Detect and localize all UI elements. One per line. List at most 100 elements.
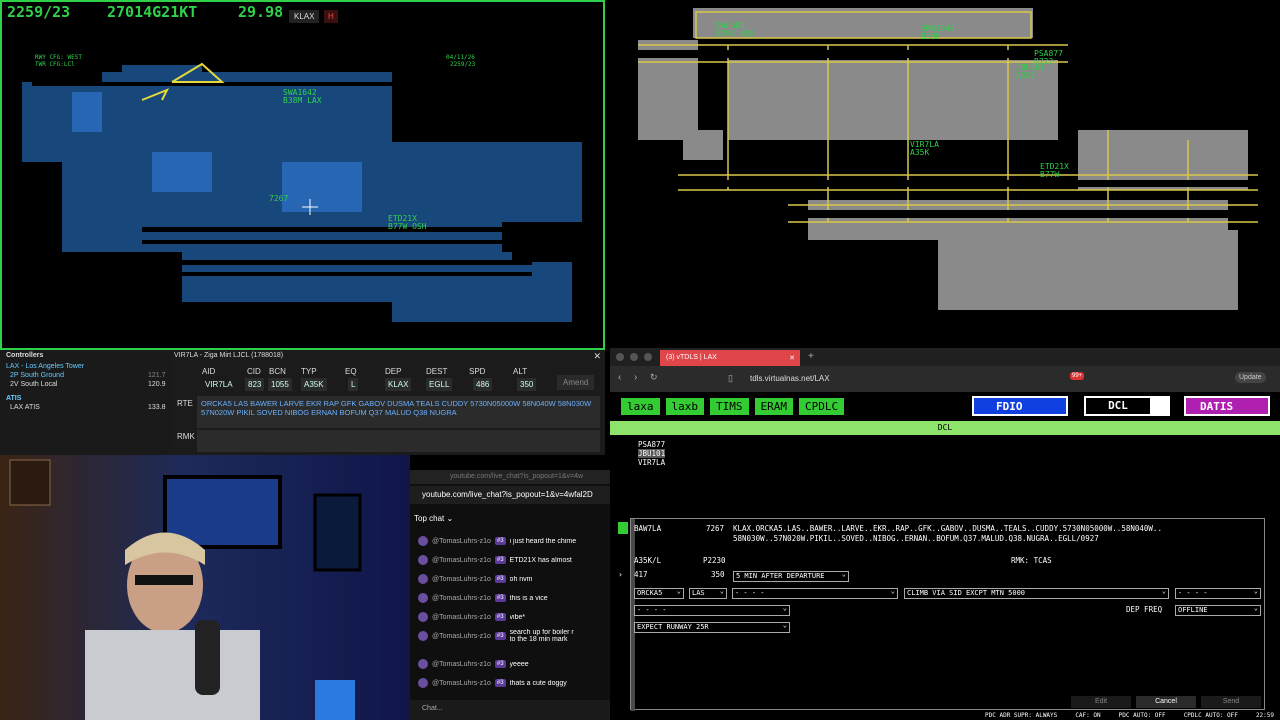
reload-icon[interactable]: ↻ — [650, 372, 658, 383]
chat-username[interactable]: @TomasLuhrs-z1o — [432, 538, 491, 545]
chevron-down-icon: ⌄ — [446, 514, 454, 523]
tab-vtdls[interactable]: (3) vTDLS | LAX ✕ — [660, 350, 800, 366]
chat-url[interactable]: youtube.com/live_chat?is_popout=1&v=4wfa… — [410, 486, 610, 504]
radar-target-etd21x[interactable]: ETD21X B77W OSH — [388, 215, 427, 231]
fp-value-dest[interactable]: EGLL — [426, 378, 453, 391]
nav-button-cpdlc[interactable]: CPDLC — [798, 397, 846, 416]
fp-value-dep[interactable]: KLAX — [385, 378, 412, 391]
chat-username[interactable]: @TomasLuhrs-z1o — [432, 661, 491, 668]
card-callsign[interactable]: BAW7LA — [634, 524, 661, 533]
dep-freq-select[interactable]: OFFLINE — [1175, 605, 1261, 616]
expect-runway-select[interactable]: EXPECT RUNWAY 25R — [634, 622, 790, 633]
climb-select[interactable]: CLIMB VIA SID EXCPT MTN 5000 — [904, 588, 1169, 599]
atis-title: ATIS — [6, 395, 22, 402]
fp-value-bcn[interactable]: 1055 — [268, 378, 292, 391]
chat-message: @TomasLuhrs-z1o #3 search up for boiler r … — [418, 627, 610, 645]
datis-button-label: DATIS — [1200, 400, 1234, 413]
bookmark-icon[interactable]: ▯ — [728, 373, 733, 384]
send-button[interactable]: Send — [1201, 696, 1261, 708]
controller-ground[interactable]: 2P South Ground — [10, 372, 64, 379]
fdio-button[interactable]: FDIO — [972, 396, 1068, 416]
sid-select[interactable]: ORCKA5 — [634, 588, 684, 599]
remarks-field[interactable] — [197, 430, 600, 452]
member-badge: #3 — [494, 594, 506, 602]
radar-time: 2259/23 — [7, 3, 71, 21]
surface-target-dal604[interactable]: DAL604 B764 002 — [716, 22, 755, 38]
radar-map — [22, 60, 582, 322]
avatar — [418, 555, 428, 565]
fp-header-typ: TYP — [301, 367, 317, 376]
fp-value-alt[interactable]: 350 — [517, 378, 537, 391]
chat-message: @TomasLuhrs-z1o #3 i just heard the chime — [418, 532, 610, 550]
dcl-flight-list: PSA877 JBU101 VIR7LA — [638, 440, 666, 467]
member-badge: #3 — [494, 679, 506, 687]
chat-mode-label: Top chat — [414, 514, 445, 523]
chat-message: @TomasLuhrs-z1o #3 this is a vice — [418, 589, 610, 607]
fp-value-eq[interactable]: L — [348, 378, 359, 391]
live-chat-window: youtube.com/live_chat?is_popout=1&v=4w y… — [410, 470, 610, 720]
surface-display[interactable]: DAL604 B764 002 SWA1642 B38M PSA877 B722… — [608, 0, 1280, 345]
tower-config: TWR CFG:LCl — [35, 61, 75, 68]
expand-arrow-icon[interactable]: › — [618, 570, 623, 579]
h-button[interactable]: H — [324, 10, 338, 23]
fp-value-cid[interactable]: 823 — [245, 378, 265, 391]
datis-button[interactable]: DATIS — [1184, 396, 1270, 416]
nav-button-laxb[interactable]: laxb — [664, 397, 705, 416]
nav-button-eram[interactable]: ERAM — [753, 397, 794, 416]
surface-target-swa1642[interactable]: SWA1642 B38M — [921, 25, 955, 41]
dcl-list-item[interactable]: VIR7LA — [638, 458, 665, 467]
controller-tower[interactable]: LAX - Los Angeles Tower — [6, 363, 84, 370]
card-altitude: 350 — [711, 570, 725, 579]
surface-target-vir7la[interactable]: VIR7LA A35K — [910, 141, 939, 157]
radar-target-swa1642[interactable]: SWA1642 B38M LAX — [283, 89, 322, 105]
nav-button-laxa[interactable]: laxa — [620, 397, 661, 416]
forward-icon[interactable]: › — [634, 372, 637, 383]
card-proposed-time: P2230 — [703, 556, 726, 565]
cancel-button[interactable]: Cancel — [1136, 696, 1196, 708]
surface-map — [638, 8, 1258, 310]
atis-item[interactable]: LAX ATIS — [10, 404, 40, 411]
amend-button[interactable]: Amend — [557, 375, 595, 390]
surface-target-jbu101[interactable]: JBU101 A321 — [1016, 64, 1045, 80]
close-tab-icon[interactable]: ✕ — [789, 354, 795, 362]
fp-value-typ[interactable]: A35K — [301, 378, 327, 391]
chat-text: ETD21X has almost — [509, 556, 572, 564]
member-badge: #3 — [494, 575, 506, 583]
chat-username[interactable]: @TomasLuhrs-z1o — [432, 633, 491, 640]
chat-username[interactable]: @TomasLuhrs-z1o — [432, 614, 491, 621]
chat-username[interactable]: @TomasLuhrs-z1o — [432, 680, 491, 687]
rte-label: RTE — [177, 399, 193, 408]
chat-input[interactable]: Chat... — [410, 700, 610, 720]
chat-mode-dropdown[interactable]: Top chat ⌄ — [414, 514, 453, 523]
edit-button[interactable]: Edit — [1071, 696, 1131, 708]
expect-altitude-select[interactable]: 5 MIN AFTER DEPARTURE — [733, 571, 849, 582]
card-expand-tab[interactable] — [618, 522, 628, 534]
airport-select-button[interactable]: KLAX — [289, 10, 320, 23]
chat-username[interactable]: @TomasLuhrs-z1o — [432, 557, 491, 564]
nav-button-tims[interactable]: TIMS — [709, 397, 750, 416]
transition-select[interactable]: LAS — [689, 588, 727, 599]
blank-select-2[interactable]: - - - - — [1175, 588, 1261, 599]
blank-select-3[interactable]: - - - - — [634, 605, 790, 616]
dcl-list-item[interactable]: PSA877 — [638, 440, 665, 449]
chat-username[interactable]: @TomasLuhrs-z1o — [432, 576, 491, 583]
dcl-list-item[interactable]: JBU101 — [638, 449, 666, 458]
chat-title-bar: youtube.com/live_chat?is_popout=1&v=4w — [410, 470, 610, 484]
url-bar[interactable]: tdls.virtualnas.net/LAX — [750, 374, 830, 383]
card-speed: 417 — [634, 570, 648, 579]
fp-value-spd[interactable]: 486 — [473, 378, 493, 391]
fp-value-aid[interactable]: VIR7LA — [202, 378, 236, 391]
radar-target-7267[interactable]: 7267 — [269, 195, 288, 203]
radar-display[interactable]: 2259/23 27014G21KT 29.98 KLAX H RWY CFG:… — [0, 0, 605, 350]
blank-select-1[interactable]: - - - - — [732, 588, 898, 599]
new-tab-icon[interactable]: + — [808, 351, 814, 362]
route-field[interactable]: ORCKA5 LAS BAWER LARVE EKR RAP GFK GABOV… — [197, 396, 600, 428]
close-icon[interactable]: ✕ — [593, 351, 601, 362]
member-badge: #3 — [494, 632, 506, 640]
chat-username[interactable]: @TomasLuhrs-z1o — [432, 595, 491, 602]
update-button[interactable]: Update — [1235, 372, 1266, 383]
back-icon[interactable]: ‹ — [618, 372, 621, 383]
surface-target-etd21x[interactable]: ETD21X B77W — [1040, 163, 1069, 179]
dcl-button[interactable]: DCL — [1084, 396, 1170, 416]
controller-local[interactable]: 2V South Local — [10, 381, 57, 388]
